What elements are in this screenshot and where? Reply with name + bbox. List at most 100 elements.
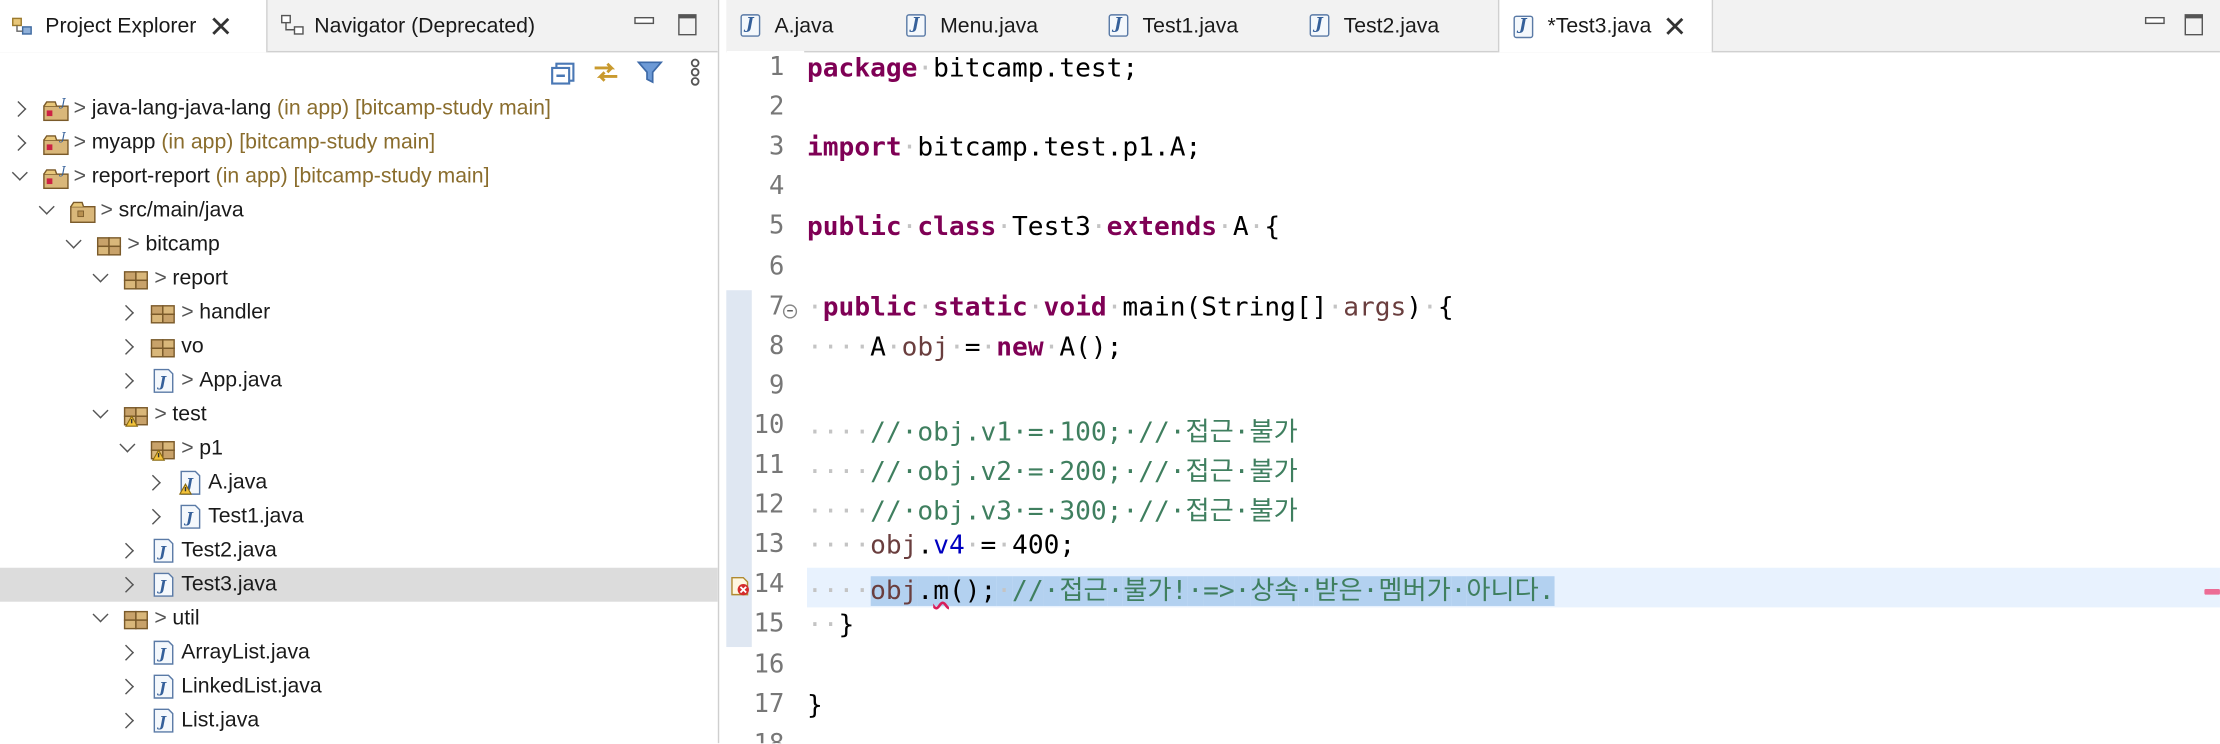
tree-item-name: src/main/java (118, 198, 244, 223)
minimize-icon[interactable] (2144, 14, 2165, 34)
code-line[interactable]: } (807, 688, 2220, 728)
chevron-down-icon[interactable] (67, 238, 81, 252)
chevron-right-icon[interactable] (120, 578, 134, 592)
link-with-editor-icon[interactable] (592, 58, 620, 86)
code-line[interactable]: package·bitcamp.test; (807, 51, 2220, 91)
editor-tab-a-java[interactable]: A.java (726, 0, 892, 51)
tree-item[interactable]: vo (0, 330, 718, 364)
chevron-right-icon[interactable] (120, 374, 134, 388)
tree-item[interactable]: J ArrayList.java (0, 636, 718, 670)
tab-navigator[interactable]: Navigator (Deprecated) (269, 0, 623, 51)
code-area[interactable]: package·bitcamp.test; import·bitcamp.test… (807, 51, 2220, 743)
chevron-down-icon[interactable] (93, 408, 107, 422)
code-token: · (1043, 457, 1060, 488)
code-text: ····A·obj·=·new·A(); (807, 332, 1122, 362)
tree-item[interactable]: J Test2.java (0, 534, 718, 568)
tree-item[interactable]: > report (0, 262, 718, 296)
code-token: ·· (807, 610, 839, 641)
line-number: 11 (753, 450, 785, 480)
code-token: bitcamp.test.p1.A; (917, 133, 1202, 164)
tree-item[interactable]: J Test1.java (0, 500, 718, 534)
code-line[interactable]: import·bitcamp.test.p1.A; (807, 131, 2220, 171)
editor-tab-test3-java[interactable]: *Test3.java (1497, 0, 1714, 53)
code-line[interactable]: public·class·Test3·extends·A·{ (807, 210, 2220, 250)
tree-item[interactable]: > util (0, 602, 718, 636)
code-token: · (885, 332, 902, 363)
chevron-right-icon[interactable] (120, 680, 134, 694)
tree-item[interactable]: J List.java (0, 704, 718, 738)
tree-item[interactable]: J > App.java (0, 364, 718, 398)
tree-item[interactable]: J > report-report (in app) [bitcamp-study … (0, 160, 718, 194)
tree-item[interactable]: > p1 (0, 432, 718, 466)
fold-collapse-icon[interactable] (782, 303, 798, 318)
code-token: ···· (807, 332, 871, 363)
tree-item[interactable]: J > java-lang-java-lang (in app) [bitcamp-… (0, 92, 718, 126)
code-line[interactable]: ·public·static·void·main(String[]·args)·… (807, 290, 2220, 330)
minimize-icon[interactable] (634, 14, 655, 34)
chevron-right-icon[interactable] (147, 510, 161, 524)
line-number: 5 (769, 211, 785, 242)
tree-item[interactable]: > test (0, 398, 718, 432)
line-number: 17 (753, 688, 785, 719)
overview-ruler-error-marker[interactable] (2204, 588, 2220, 595)
chevron-right-icon[interactable] (120, 340, 134, 354)
filter-icon[interactable] (636, 58, 664, 86)
code-line[interactable]: ··} (807, 608, 2220, 648)
close-icon[interactable] (1666, 17, 1684, 35)
code-line[interactable]: ····obj.m();·//·접근·불가!·=>·상속·받은·멤버가·아니다. (807, 568, 2220, 608)
code-line[interactable] (807, 648, 2220, 688)
line-number-ruler[interactable]: 123456789101112131415161718 (726, 50, 805, 743)
tree-item[interactable]: > bitcamp (0, 228, 718, 262)
chevron-right-icon[interactable] (13, 102, 27, 116)
tree-item[interactable]: > src/main/java (0, 194, 718, 228)
tab-project-explorer[interactable]: Project Explorer (0, 0, 268, 53)
editor-tab-menu-java[interactable]: Menu.java (892, 0, 1094, 51)
code-line[interactable] (807, 369, 2220, 409)
error-marker-icon[interactable] (731, 577, 751, 597)
view-toolbar (0, 52, 718, 92)
chevron-right-icon[interactable] (120, 544, 134, 558)
chevron-down-icon[interactable] (13, 170, 27, 184)
maximize-icon[interactable] (2184, 14, 2205, 36)
tree-item[interactable]: J LinkedList.java (0, 670, 718, 704)
view-menu-icon[interactable] (681, 58, 709, 86)
code-line[interactable]: ····//·obj.v1·=·100;·//·접근·불가 (807, 409, 2220, 449)
code-text: ····//·obj.v3·=·300;·//·접근·불가 (807, 491, 1298, 528)
chevron-down-icon[interactable] (93, 272, 107, 286)
line-number: 2 (769, 92, 785, 122)
code-token: · (1234, 576, 1251, 607)
maximize-icon[interactable] (678, 14, 698, 36)
tree-item[interactable]: > handler (0, 296, 718, 330)
code-line[interactable]: ····//·obj.v3·=·300;·//·접근·불가 (807, 489, 2220, 529)
java-file-icon: J (150, 674, 178, 699)
tree-item[interactable]: J A.java (0, 466, 718, 500)
tree-item[interactable]: J > myapp (in app) [bitcamp-study main] (0, 126, 718, 160)
code-line[interactable] (807, 250, 2220, 290)
chevron-right-icon[interactable] (147, 476, 161, 490)
chevron-right-icon[interactable] (13, 136, 27, 150)
code-line[interactable]: ····obj.v4·=·400; (807, 528, 2220, 568)
chevron-right-icon[interactable] (120, 646, 134, 660)
code-line[interactable]: ····A·obj·=·new·A(); (807, 329, 2220, 369)
code-token: ···· (807, 576, 871, 607)
chevron-down-icon[interactable] (120, 442, 134, 456)
code-line[interactable] (807, 727, 2220, 743)
code-token: public (807, 212, 902, 243)
editor-tab-test1-java[interactable]: Test1.java (1094, 0, 1295, 51)
project-explorer-view: Project Explorer Navigator (Deprecated) (0, 0, 720, 744)
code-line[interactable]: ····//·obj.v2·=·200;·//·접근·불가 (807, 449, 2220, 489)
code-token: · (996, 576, 1013, 607)
chevron-down-icon[interactable] (93, 612, 107, 626)
chevron-right-icon[interactable] (120, 306, 134, 320)
code-line[interactable] (807, 170, 2220, 210)
line-number: 8 (769, 330, 785, 361)
chevron-down-icon[interactable] (40, 204, 54, 218)
editor-tab-test2-java[interactable]: Test2.java (1295, 0, 1497, 51)
collapse-all-icon[interactable] (549, 58, 577, 86)
outgoing-change-marker: > (73, 164, 87, 189)
code-line[interactable] (807, 91, 2220, 131)
tree-item[interactable]: J Test3.java (0, 567, 718, 602)
tree-item-label: > report-report (in app) [bitcamp-study m… (74, 164, 490, 188)
close-icon[interactable] (211, 17, 229, 35)
chevron-right-icon[interactable] (120, 714, 134, 728)
